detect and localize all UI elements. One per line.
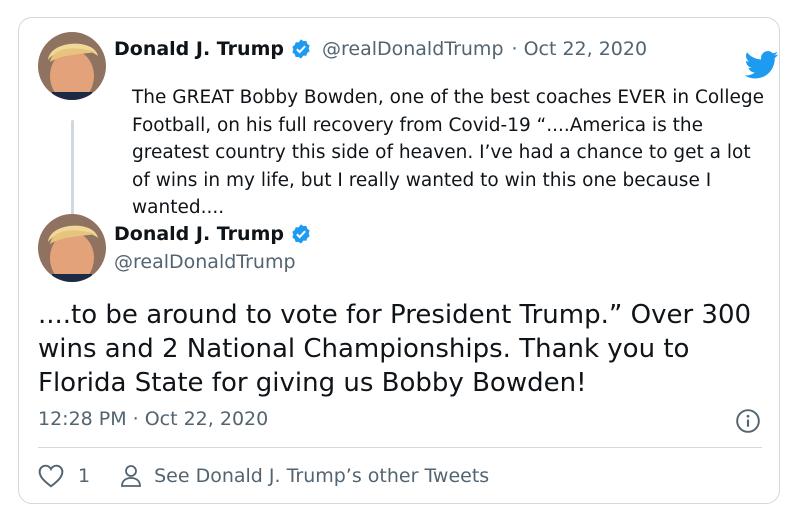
tweet-card: Donald J. Trump @realDonaldTrump · Oct 2… bbox=[18, 17, 780, 504]
quoted-tweet-header: Donald J. Trump @realDonaldTrump · Oct 2… bbox=[114, 38, 647, 60]
author-name[interactable]: Donald J. Trump bbox=[114, 38, 284, 60]
tweet-date[interactable]: Oct 22, 2020 bbox=[145, 408, 269, 430]
avatar[interactable] bbox=[38, 32, 106, 100]
heart-icon bbox=[38, 464, 64, 488]
tweet-date[interactable]: Oct 22, 2020 bbox=[524, 38, 648, 60]
tweet-time[interactable]: 12:28 PM bbox=[38, 408, 127, 430]
author-handle[interactable]: @realDonaldTrump bbox=[114, 251, 296, 273]
like-count: 1 bbox=[78, 465, 91, 487]
info-icon[interactable] bbox=[735, 408, 761, 434]
tweet-actions: 1 See Donald J. Trump’s other Tweets bbox=[38, 464, 489, 488]
person-icon bbox=[121, 465, 141, 487]
tweet-timestamp[interactable]: 12:28 PM · Oct 22, 2020 bbox=[38, 408, 268, 430]
avatar[interactable] bbox=[38, 214, 106, 282]
author-name[interactable]: Donald J. Trump bbox=[114, 223, 284, 245]
twitter-bird-icon[interactable] bbox=[745, 51, 779, 79]
thread-connector-line bbox=[71, 120, 74, 224]
quoted-tweet-text: The GREAT Bobby Bowden, one of the best … bbox=[132, 87, 764, 218]
verified-badge-icon bbox=[292, 39, 310, 59]
meta-separator: · bbox=[132, 408, 139, 430]
like-button[interactable]: 1 bbox=[38, 464, 90, 488]
main-tweet-text: ....to be around to vote for President T… bbox=[38, 300, 752, 398]
meta-separator: · bbox=[511, 38, 518, 60]
divider bbox=[38, 447, 762, 448]
see-other-tweets-link[interactable]: See Donald J. Trump’s other Tweets bbox=[120, 464, 489, 488]
main-tweet-header: Donald J. Trump bbox=[114, 223, 312, 245]
see-other-tweets-label: See Donald J. Trump’s other Tweets bbox=[154, 465, 490, 487]
author-handle[interactable]: @realDonaldTrump bbox=[322, 38, 504, 60]
verified-badge-icon bbox=[292, 224, 310, 244]
